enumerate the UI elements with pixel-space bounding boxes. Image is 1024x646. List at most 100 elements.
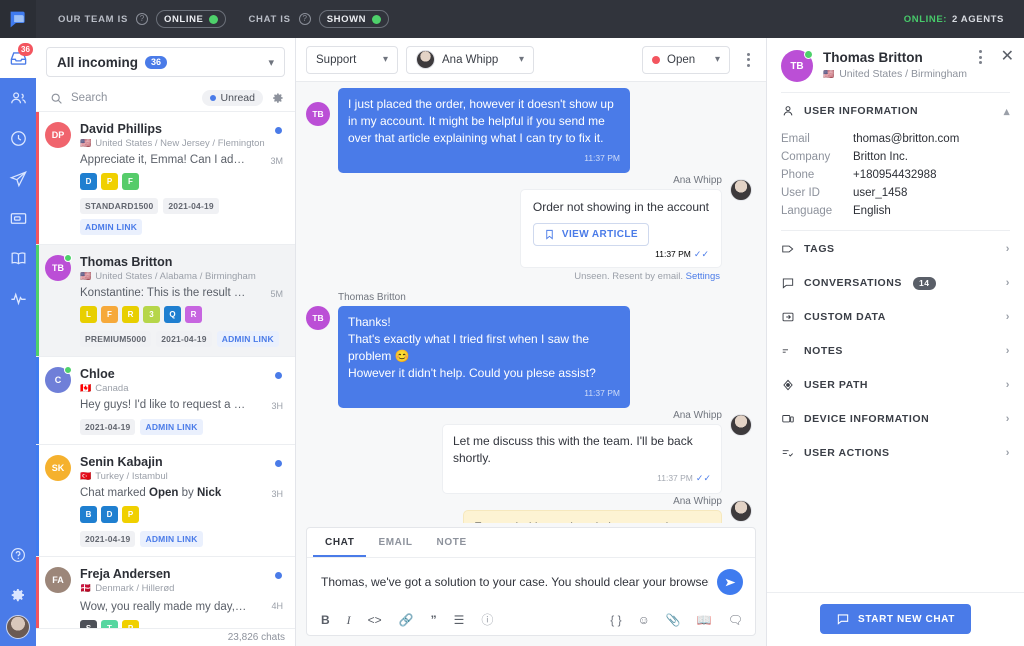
tag-chip[interactable]: D [101, 506, 118, 523]
nav-knowledge[interactable] [0, 238, 36, 278]
admin-link[interactable]: ADMIN LINK [140, 419, 202, 435]
admin-link[interactable]: ADMIN LINK [80, 219, 142, 235]
message-bubble: I just placed the order, however it does… [338, 88, 630, 173]
customer-location: 🇺🇸 United States / Birmingham [823, 68, 967, 80]
italic-icon[interactable]: I [347, 614, 351, 626]
inbox-filter-dropdown[interactable]: All incoming 36 ▾ [46, 47, 285, 77]
link-icon[interactable]: 🔗 [399, 614, 414, 626]
help-circle-icon[interactable]: ⓘ [481, 614, 493, 626]
chat-help-icon[interactable]: ? [299, 13, 311, 25]
status-dot-icon [652, 56, 660, 64]
code-icon[interactable]: <> [368, 614, 382, 626]
nav-help[interactable] [0, 535, 36, 575]
tag-chip[interactable]: B [80, 506, 97, 523]
search-input[interactable]: Search [71, 92, 107, 104]
section-tags[interactable]: TAGS› [767, 231, 1024, 265]
composer-tab-chat[interactable]: CHAT [313, 528, 366, 557]
send-button[interactable] [717, 569, 743, 595]
admin-link[interactable]: ADMIN LINK [217, 331, 279, 347]
conversation-item[interactable]: FAFreja Andersen🇩🇰Denmark / HillerødWow,… [36, 557, 295, 628]
tag-chip[interactable]: R [185, 306, 202, 323]
delivery-settings-link[interactable]: Settings [686, 271, 720, 282]
section-conversations[interactable]: CONVERSATIONS14› [767, 265, 1024, 299]
view-article-button[interactable]: VIEW ARTICLE [533, 223, 649, 246]
status-dropdown[interactable]: Open ▾ [642, 46, 730, 74]
chevron-right-icon: › [1006, 243, 1010, 255]
section-notes[interactable]: NOTES› [767, 333, 1024, 367]
topbar-status-group: OUR TEAM IS ? ONLINE CHAT IS ? SHOWN [58, 10, 389, 28]
tag-chip[interactable]: 3 [143, 306, 160, 323]
tag-chip[interactable]: R [122, 306, 139, 323]
tag-chip[interactable]: F [122, 173, 139, 190]
section-user-information[interactable]: USER INFORMATION ▴ [767, 93, 1024, 127]
conversation-item[interactable]: DPDavid Phillips🇺🇸United States / New Je… [36, 112, 295, 245]
attachment-icon[interactable]: 📎 [666, 614, 681, 626]
user-info-value[interactable]: +180954432988 [853, 169, 936, 181]
team-status-toggle[interactable]: ONLINE [156, 10, 227, 28]
user-info-row: Phone+180954432988 [767, 166, 1024, 184]
section-user-actions[interactable]: USER ACTIONS› [767, 435, 1024, 469]
composer-toolbar-right: { } ☺ 📎 📖 🗨 [610, 614, 743, 626]
chat-more-menu-button[interactable] [738, 53, 758, 67]
current-user-avatar[interactable] [6, 615, 30, 639]
tag-chip[interactable]: F [101, 306, 118, 323]
message-input[interactable]: Thomas, we've got a solution to your cas… [321, 575, 709, 589]
status-dot-icon [372, 15, 381, 24]
nav-reports[interactable] [0, 278, 36, 318]
panel-spacer [767, 469, 1024, 592]
composer-tab-note[interactable]: NOTE [425, 528, 479, 557]
tag-chip[interactable]: L [80, 306, 97, 323]
conversation-item[interactable]: CChloe🇨🇦CanadaHey guys! I'd like to requ… [36, 357, 295, 445]
tag-chip[interactable]: T [101, 620, 118, 628]
chat-panel: Support ▾ Ana Whipp ▾ Open ▾ TBI just pl [296, 38, 766, 646]
meta-chip: 2021-04-19 [80, 419, 135, 435]
nav-archives[interactable] [0, 198, 36, 238]
tag-chip[interactable]: S [80, 620, 97, 628]
bold-icon[interactable]: B [321, 614, 330, 626]
section-user-path[interactable]: USER PATH› [767, 367, 1024, 401]
start-new-chat-button[interactable]: START NEW CHAT [820, 604, 971, 634]
user-info-value[interactable]: Britton Inc. [853, 151, 908, 163]
section-device-information[interactable]: DEVICE INFORMATION› [767, 401, 1024, 435]
quote-icon[interactable]: ” [431, 614, 437, 626]
group-dropdown[interactable]: Support ▾ [306, 46, 398, 74]
conversation-item[interactable]: SKSenin Kabajin🇹🇷Turkey / IstambulChat m… [36, 445, 295, 557]
close-panel-button[interactable]: ✕ [1001, 50, 1014, 64]
conversation-time: 3H [271, 489, 283, 499]
tag-chip[interactable]: P [122, 506, 139, 523]
chat-status-toggle[interactable]: SHOWN [319, 10, 389, 28]
composer-tab-email[interactable]: EMAIL [366, 528, 424, 557]
chevron-down-icon: ▾ [519, 54, 524, 65]
list-icon[interactable]: ☰ [454, 614, 465, 626]
team-help-icon[interactable]: ? [136, 13, 148, 25]
nav-history[interactable] [0, 118, 36, 158]
admin-link[interactable]: ADMIN LINK [140, 531, 202, 547]
user-info-value[interactable]: thomas@britton.com [853, 133, 959, 145]
nav-campaigns[interactable] [0, 158, 36, 198]
assignee-dropdown[interactable]: Ana Whipp ▾ [406, 46, 534, 74]
send-plane-icon [9, 169, 28, 188]
nav-contacts[interactable] [0, 78, 36, 118]
message-thread[interactable]: TBI just placed the order, however it do… [296, 82, 766, 523]
knowledge-book-icon[interactable]: 📖 [697, 614, 712, 626]
app-logo[interactable] [0, 0, 36, 38]
nav-inbox[interactable]: 36 [0, 38, 36, 78]
unread-filter-chip[interactable]: Unread [202, 90, 263, 106]
conversation-body: Chloe🇨🇦CanadaHey guys! I'd like to reque… [80, 367, 285, 435]
conversation-avatar: SK [45, 455, 71, 481]
conversation-item[interactable]: TBThomas Britton🇺🇸United States / Alabam… [36, 245, 295, 357]
canned-response-icon[interactable]: 🗨 [728, 614, 743, 626]
customer-more-menu-button[interactable] [971, 50, 991, 64]
conversation-list[interactable]: DPDavid Phillips🇺🇸United States / New Je… [36, 112, 295, 628]
user-info-value[interactable]: user_1458 [853, 187, 907, 199]
user-info-value[interactable]: English [853, 205, 891, 217]
tag-chip[interactable]: P [122, 620, 139, 628]
tag-chip[interactable]: D [80, 173, 97, 190]
tag-chip[interactable]: Q [164, 306, 181, 323]
snippet-icon[interactable]: { } [610, 614, 621, 626]
nav-settings[interactable] [0, 575, 36, 615]
section-custom-data[interactable]: CUSTOM DATA› [767, 299, 1024, 333]
list-settings-gear-icon[interactable] [271, 91, 285, 105]
tag-chip[interactable]: P [101, 173, 118, 190]
emoji-icon[interactable]: ☺ [638, 614, 650, 626]
